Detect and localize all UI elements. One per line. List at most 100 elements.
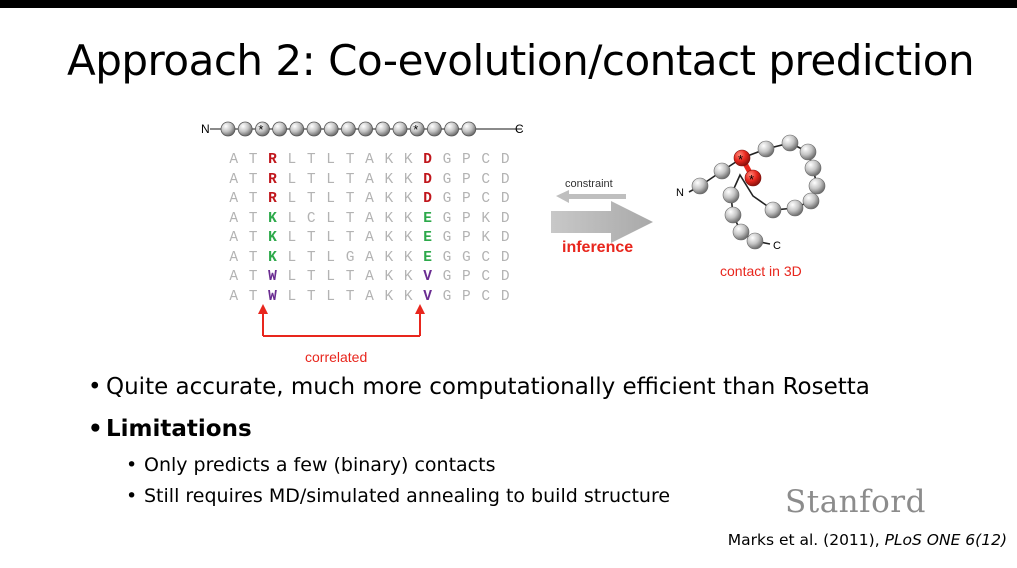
bullet-limitations: • Limitations: [88, 416, 252, 442]
residue: T: [306, 191, 316, 207]
structure-bead: [724, 206, 742, 224]
residue: L: [326, 249, 335, 266]
sub-bullet-binary-contacts: • Only predicts a few (binary) contacts: [126, 454, 495, 476]
star-marker: *: [738, 152, 743, 167]
chain-n-label: N: [201, 122, 210, 136]
residue: P: [462, 210, 471, 227]
residue: L: [287, 230, 297, 246]
residue: E: [423, 249, 432, 266]
structure-bead: [808, 177, 826, 195]
chain-bead: [323, 121, 339, 137]
citation-journal: PLoS ONE 6(12): [884, 531, 1007, 549]
residue: A: [229, 288, 239, 305]
chain-bead: [392, 121, 408, 137]
correlated-label: correlated: [305, 349, 367, 365]
residue: T: [345, 288, 355, 305]
residue: W: [268, 269, 277, 285]
residue: K: [384, 171, 394, 188]
residue: T: [306, 230, 316, 246]
residue: T: [306, 269, 316, 285]
residue: A: [365, 288, 374, 305]
residue: D: [500, 249, 510, 266]
residue: K: [403, 249, 413, 266]
structure-3d: N C ** contact in 3D: [676, 134, 826, 279]
alignment-row: ATWLTLTAKKVGPCD: [224, 288, 515, 308]
alignment-row: ATRLTLTAKKDGPCD: [224, 151, 515, 171]
residue: R: [268, 152, 277, 168]
structure-bead: [799, 143, 817, 161]
residue: L: [287, 288, 297, 305]
star-marker: *: [413, 122, 418, 137]
residue: A: [229, 269, 239, 285]
residue: A: [229, 210, 239, 227]
sub-bullet-annealing-text: Still requires MD/simulated annealing to…: [144, 485, 671, 507]
alignment-row: ATKLTLGAKKEGGCD: [224, 249, 515, 269]
star-marker: *: [258, 122, 263, 137]
citation: Marks et al. (2011), PLoS ONE 6(12): [728, 531, 1007, 549]
sub-bullet-annealing: • Still requires MD/simulated annealing t…: [126, 485, 670, 507]
residue: D: [500, 191, 510, 207]
residue: D: [500, 230, 510, 246]
residue: T: [306, 152, 316, 168]
residue: T: [248, 249, 258, 266]
residue: P: [462, 230, 471, 246]
residue: K: [403, 171, 413, 188]
residue: A: [365, 269, 374, 285]
structure-bead: [691, 177, 709, 195]
residue: K: [481, 210, 491, 227]
residue: T: [248, 288, 258, 305]
residue: C: [481, 191, 491, 207]
structure-c-label: C: [773, 240, 781, 252]
residue: K: [268, 249, 277, 266]
residue: K: [384, 230, 394, 246]
bullet-dot: •: [88, 416, 103, 442]
residue: C: [481, 249, 491, 266]
residue: K: [403, 152, 413, 168]
bullet-accuracy-text: Quite accurate, much more computationall…: [106, 374, 870, 400]
bullet-accuracy: • Quite accurate, much more computational…: [88, 374, 870, 400]
residue: K: [268, 230, 277, 246]
residue: L: [326, 210, 335, 227]
alignment-row: ATRLTLTAKKDGPCD: [224, 171, 515, 191]
residue: D: [423, 152, 432, 168]
star-marker: *: [749, 172, 754, 187]
residue: L: [287, 210, 297, 227]
structure-bead: [757, 140, 775, 158]
residue: D: [500, 288, 510, 305]
residue: G: [442, 171, 452, 188]
residue: T: [345, 171, 355, 188]
left-arrow-icon: [556, 190, 626, 203]
sequence-chain: N C * *: [201, 121, 524, 137]
residue: T: [306, 288, 316, 305]
residue: D: [423, 171, 432, 188]
alignment-row: ATKLCLTAKKEGPKD: [224, 210, 515, 230]
residue: L: [326, 269, 335, 285]
residue: L: [287, 249, 297, 266]
residue: K: [403, 210, 413, 227]
residue: G: [462, 249, 471, 266]
residue: A: [365, 230, 374, 246]
sub-bullet-binary-contacts-text: Only predicts a few (binary) contacts: [144, 454, 496, 476]
residue: A: [229, 171, 239, 188]
residue: P: [462, 191, 471, 207]
chain-bead: [426, 121, 442, 137]
residue: W: [268, 288, 277, 305]
residue: P: [462, 171, 471, 188]
residue: T: [345, 269, 355, 285]
residue: G: [442, 210, 452, 227]
sequence-alignment: ATRLTLTAKKDGPCDATRLTLTAKKDGPCDATRLTLTAKK…: [224, 151, 515, 307]
chain-bead: [289, 121, 305, 137]
chain-bead: [306, 121, 322, 137]
residue: L: [326, 230, 335, 246]
residue: K: [403, 269, 413, 285]
residue: L: [326, 288, 335, 305]
residue: T: [306, 249, 316, 266]
structure-bead: [781, 134, 799, 152]
residue: G: [442, 249, 452, 266]
contact-label: contact in 3D: [720, 263, 802, 279]
bullet-dot: •: [126, 454, 138, 476]
residue: C: [481, 288, 491, 305]
residue: K: [384, 249, 394, 266]
chain-bead: [358, 121, 374, 137]
residue: T: [345, 191, 355, 207]
